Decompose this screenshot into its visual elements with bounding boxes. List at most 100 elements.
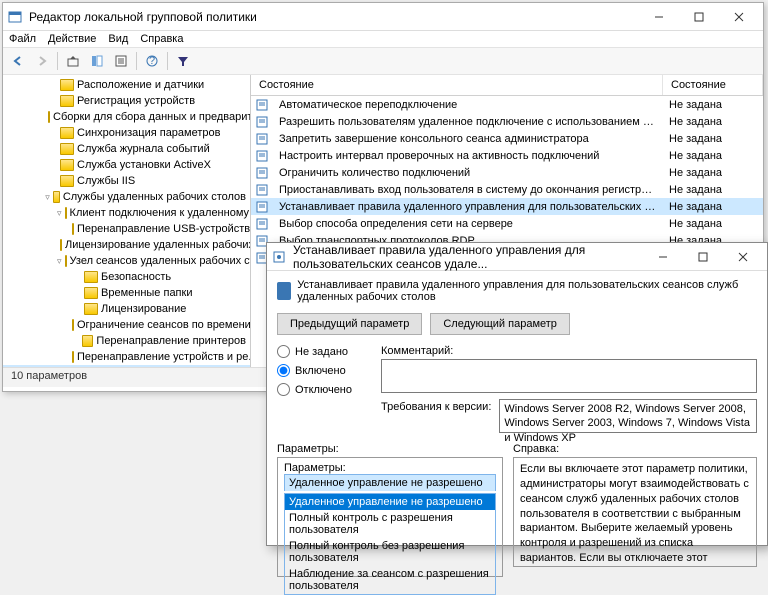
dialog-title: Устанавливает правила удаленного управле… bbox=[293, 243, 643, 271]
policy-item-icon bbox=[255, 166, 269, 180]
next-param-button[interactable]: Следующий параметр bbox=[430, 313, 570, 335]
tree-item[interactable]: Расположение и датчики bbox=[3, 77, 250, 93]
policy-row[interactable]: Запретить завершение консольного сеанса … bbox=[251, 130, 763, 147]
tree-item[interactable]: ▿Узел сеансов удаленных рабочих сто... bbox=[3, 253, 250, 269]
combo-option[interactable]: Удаленное управление не разрешено bbox=[285, 494, 495, 510]
dlg-close-button[interactable] bbox=[723, 245, 763, 269]
policy-row[interactable]: Автоматическое переподключениеНе задана bbox=[251, 96, 763, 113]
folder-icon bbox=[60, 79, 74, 91]
list-body: Автоматическое переподключениеНе заданаР… bbox=[251, 96, 763, 266]
policy-heading: Устанавливает правила удаленного управле… bbox=[297, 279, 757, 303]
tree-item[interactable]: Ограничение сеансов по времени bbox=[3, 317, 250, 333]
policy-title: Ограничить количество подключений bbox=[273, 166, 663, 180]
close-button[interactable] bbox=[719, 5, 759, 29]
tree-pane[interactable]: Расположение и датчики Регистрация устрой… bbox=[3, 75, 251, 367]
folder-icon bbox=[84, 303, 98, 315]
tree-label: Регистрация устройств bbox=[77, 95, 195, 107]
policy-state: Не задана bbox=[663, 166, 763, 180]
properties-button[interactable] bbox=[110, 50, 132, 72]
policy-state: Не задана bbox=[663, 115, 763, 129]
requirements-box: Windows Server 2008 R2, Windows Server 2… bbox=[499, 399, 757, 433]
maximize-button[interactable] bbox=[679, 5, 719, 29]
tree-item[interactable]: Сборки для сбора данных и предварите... bbox=[3, 109, 250, 125]
column-state[interactable]: Состояние bbox=[663, 75, 763, 95]
tree-item[interactable]: Регистрация устройств bbox=[3, 93, 250, 109]
params-combo[interactable]: Удаленное управление не разрешено bbox=[284, 474, 496, 491]
minimize-button[interactable] bbox=[639, 5, 679, 29]
tree-label: Службы удаленных рабочих столов bbox=[63, 191, 246, 203]
tree-label: Ограничение сеансов по времени bbox=[77, 319, 251, 331]
menu-help[interactable]: Справка bbox=[140, 33, 183, 45]
tree-label: Службы IIS bbox=[77, 175, 135, 187]
tree-item[interactable]: Временные папки bbox=[3, 285, 250, 301]
comment-textbox[interactable] bbox=[381, 359, 757, 393]
folder-icon bbox=[72, 319, 74, 331]
tree-twisty-icon[interactable]: ▿ bbox=[57, 256, 62, 267]
policy-row[interactable]: Разрешить пользователям удаленное подклю… bbox=[251, 113, 763, 130]
tree-item[interactable]: Службы IIS bbox=[3, 173, 250, 189]
tree-label: Сборки для сбора данных и предварите... bbox=[53, 111, 251, 123]
folder-icon bbox=[60, 95, 74, 107]
combo-option[interactable]: Полный контроль с разрешения пользовател… bbox=[285, 510, 495, 538]
folder-icon bbox=[48, 111, 50, 123]
params-combo-dropdown[interactable]: Удаленное управление не разрешеноПолный … bbox=[284, 493, 496, 595]
up-button[interactable] bbox=[62, 50, 84, 72]
tree-item[interactable]: ▿Клиент подключения к удаленному р... bbox=[3, 205, 250, 221]
folder-icon bbox=[60, 127, 74, 139]
tree-item[interactable]: Служба установки ActiveX bbox=[3, 157, 250, 173]
policy-icon bbox=[271, 249, 287, 265]
tree-label: Расположение и датчики bbox=[77, 79, 204, 91]
tree-item[interactable]: Перенаправление устройств и ре... bbox=[3, 349, 250, 365]
tree-item[interactable]: Лицензирование удаленных рабочих ... bbox=[3, 237, 250, 253]
policy-item-icon bbox=[255, 132, 269, 146]
main-title: Редактор локальной групповой политики bbox=[29, 10, 639, 24]
policy-row[interactable]: Ограничить количество подключенийНе зада… bbox=[251, 164, 763, 181]
policy-title: Разрешить пользователям удаленное подклю… bbox=[273, 115, 663, 129]
back-button[interactable] bbox=[7, 50, 29, 72]
policy-item-icon bbox=[255, 149, 269, 163]
policy-row[interactable]: Настроить интервал проверочных на активн… bbox=[251, 147, 763, 164]
combo-option[interactable]: Полный контроль без разрешения пользоват… bbox=[285, 538, 495, 566]
menu-action[interactable]: Действие bbox=[48, 33, 96, 45]
radio-disabled[interactable]: Отключено bbox=[277, 383, 369, 396]
policy-row[interactable]: Приостанавливать вход пользователя в сис… bbox=[251, 181, 763, 198]
combo-option[interactable]: Наблюдение за сеансом с разрешения польз… bbox=[285, 566, 495, 594]
radio-not-configured[interactable]: Не задано bbox=[277, 345, 369, 358]
tree-twisty-icon[interactable]: ▿ bbox=[57, 208, 62, 219]
forward-button[interactable] bbox=[31, 50, 53, 72]
separator bbox=[167, 52, 168, 70]
prev-param-button[interactable]: Предыдущий параметр bbox=[277, 313, 422, 335]
tree-item[interactable]: ▿ Службы удаленных рабочих столов bbox=[3, 189, 250, 205]
policy-state: Не задана bbox=[663, 217, 763, 231]
policy-row[interactable]: Устанавливает правила удаленного управле… bbox=[251, 198, 763, 215]
tree-label: Служба журнала событий bbox=[77, 143, 210, 155]
dlg-maximize-button[interactable] bbox=[683, 245, 723, 269]
tree-label: Лицензирование удаленных рабочих ... bbox=[65, 239, 251, 251]
dlg-minimize-button[interactable] bbox=[643, 245, 683, 269]
show-hide-tree-button[interactable] bbox=[86, 50, 108, 72]
tree-item[interactable]: Лицензирование bbox=[3, 301, 250, 317]
menu-view[interactable]: Вид bbox=[108, 33, 128, 45]
help-textbox[interactable]: Если вы включаете этот параметр политики… bbox=[513, 457, 757, 567]
folder-icon bbox=[65, 255, 67, 267]
tree-item[interactable]: Служба журнала событий bbox=[3, 141, 250, 157]
main-titlebar: Редактор локальной групповой политики bbox=[3, 3, 763, 31]
column-name[interactable]: Состояние bbox=[251, 75, 663, 95]
tree-item[interactable]: Синхронизация параметров bbox=[3, 125, 250, 141]
tree-item[interactable]: Перенаправление принтеров bbox=[3, 333, 250, 349]
filter-button[interactable] bbox=[172, 50, 194, 72]
policy-title: Автоматическое переподключение bbox=[273, 98, 663, 112]
policy-heading-icon bbox=[277, 282, 291, 300]
tree-item[interactable]: Безопасность bbox=[3, 269, 250, 285]
tree-twisty-icon[interactable]: ▿ bbox=[45, 192, 50, 203]
folder-icon bbox=[84, 287, 98, 299]
menu-file[interactable]: Файл bbox=[9, 33, 36, 45]
radio-enabled[interactable]: Включено bbox=[277, 364, 369, 377]
app-icon bbox=[7, 9, 23, 25]
policy-state: Не задана bbox=[663, 200, 763, 214]
tree-label: Перенаправление устройств и ре... bbox=[77, 351, 251, 363]
help-button[interactable]: ? bbox=[141, 50, 163, 72]
policy-row[interactable]: Выбор способа определения сети на сервер… bbox=[251, 215, 763, 232]
tree-item[interactable]: Подключения bbox=[3, 365, 250, 367]
tree-item[interactable]: Перенаправление USB-устройств ... bbox=[3, 221, 250, 237]
